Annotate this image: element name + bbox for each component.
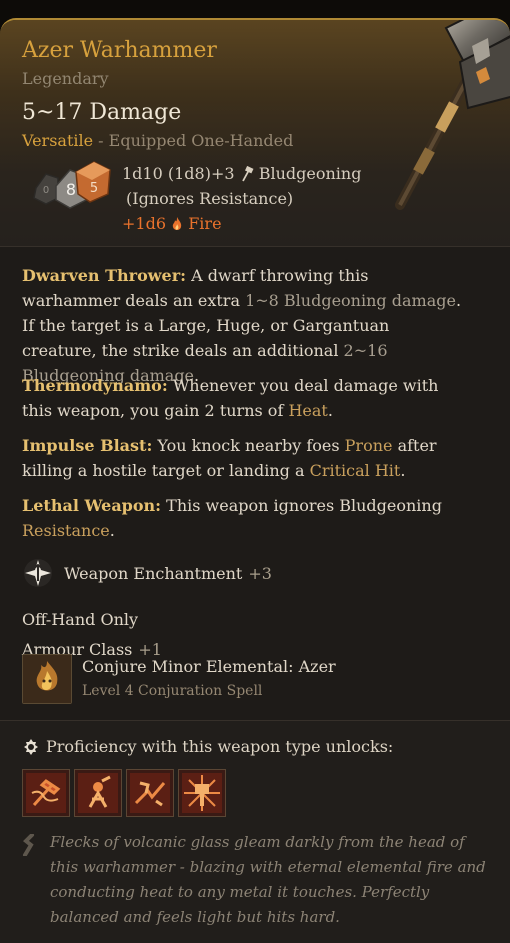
property-lethal-weapon: Lethal Weapon: This weapon ignores Bludg… bbox=[22, 493, 462, 543]
enchantment-value: +3 bbox=[248, 563, 272, 583]
bonus-fire-line: +1d6 Fire bbox=[122, 211, 361, 236]
item-tooltip: Azer Warhammer Legendary 5~17 Damage Ver… bbox=[0, 18, 510, 943]
item-rarity: Legendary bbox=[22, 69, 109, 88]
unlock-action-4[interactable] bbox=[178, 769, 226, 817]
item-name: Azer Warhammer bbox=[22, 38, 217, 63]
enchantment-icon bbox=[24, 559, 52, 587]
property-name[interactable]: Impulse Blast: bbox=[22, 436, 152, 455]
property-dwarven-thrower: Dwarven Thrower: A dwarf throwing this w… bbox=[22, 263, 462, 388]
d6-value: 5 bbox=[90, 181, 98, 196]
flavour-quote-icon bbox=[23, 834, 34, 856]
heat-keyword[interactable]: Heat bbox=[288, 401, 327, 420]
damage-type[interactable]: Bludgeoning bbox=[259, 164, 362, 183]
equipped-status: - Equipped One-Handed bbox=[93, 131, 294, 150]
prone-keyword[interactable]: Prone bbox=[345, 436, 393, 455]
unlock-action-3[interactable] bbox=[126, 769, 174, 817]
property-impulse-blast: Impulse Blast: You knock nearby foes Pro… bbox=[22, 433, 462, 483]
property-name[interactable]: Dwarven Thrower: bbox=[22, 266, 186, 285]
property-text: . bbox=[400, 461, 406, 480]
spell-icon-frame[interactable] bbox=[22, 654, 72, 704]
proficiency-label: Proficiency with this weapon type unlock… bbox=[46, 737, 394, 756]
warhammer-image bbox=[395, 20, 510, 210]
spell-name[interactable]: Conjure Minor Elemental: Azer bbox=[82, 657, 336, 676]
unlock-list bbox=[22, 769, 226, 817]
enchantment-label: Weapon Enchantment bbox=[64, 563, 243, 583]
bonus-type[interactable]: Fire bbox=[188, 214, 221, 233]
bonus-damage: +1d6 bbox=[122, 214, 167, 233]
unlock-action-1[interactable] bbox=[22, 769, 70, 817]
damage-dice-icon: 0 8 5 bbox=[33, 161, 111, 209]
property-thermodynamo: Thermodynamo: Whenever you deal damage w… bbox=[22, 373, 462, 423]
property-name[interactable]: Lethal Weapon: bbox=[22, 496, 161, 515]
property-text: . bbox=[109, 521, 115, 540]
tooltip-body: Dwarven Thrower: A dwarf throwing this w… bbox=[0, 246, 510, 720]
damage-details: 1d10 (1d8)+3 Bludgeoning (Ignores Resist… bbox=[122, 161, 361, 236]
weapon-action-icon-1 bbox=[26, 773, 66, 813]
damage-range: 5~17 Damage bbox=[22, 100, 182, 125]
weapon-enchantment-row: Weapon Enchantment +3 bbox=[22, 557, 272, 589]
d10-value: 0 bbox=[43, 185, 49, 196]
versatile-line: Versatile - Equipped One-Handed bbox=[22, 131, 293, 150]
property-text: . bbox=[327, 401, 333, 420]
spell-detail: Level 4 Conjuration Spell bbox=[82, 683, 263, 699]
resistance-keyword[interactable]: Resistance bbox=[22, 521, 110, 540]
critical-hit-keyword[interactable]: Critical Hit bbox=[310, 461, 401, 480]
fire-elemental-icon bbox=[23, 655, 71, 703]
proficiency-icon bbox=[24, 738, 38, 755]
weapon-action-icon-2 bbox=[78, 773, 118, 813]
proficiency-line: Proficiency with this weapon type unlock… bbox=[22, 737, 393, 756]
property-name[interactable]: Thermodynamo: bbox=[22, 376, 168, 395]
damage-roll: 1d10 (1d8)+3 bbox=[122, 164, 235, 183]
property-text: This weapon ignores Bludgeoning bbox=[161, 496, 442, 515]
property-text: You knock nearby foes bbox=[152, 436, 345, 455]
d8-value: 8 bbox=[66, 180, 76, 199]
tooltip-footer: Proficiency with this weapon type unlock… bbox=[0, 720, 510, 943]
off-hand-only: Off-Hand Only bbox=[22, 610, 139, 629]
bludgeoning-icon bbox=[241, 166, 254, 182]
tooltip-header: Azer Warhammer Legendary 5~17 Damage Ver… bbox=[0, 20, 510, 246]
flavour-text: Flecks of volcanic glass gleam darkly fr… bbox=[50, 833, 486, 926]
weapon-action-icon-4 bbox=[182, 773, 222, 813]
property-highlight: 1~8 Bludgeoning damage bbox=[245, 291, 456, 310]
unlock-action-2[interactable] bbox=[74, 769, 122, 817]
damage-roll-line: 1d10 (1d8)+3 Bludgeoning bbox=[122, 161, 361, 186]
ignores-resistance: (Ignores Resistance) bbox=[126, 189, 294, 208]
weapon-action-icon-3 bbox=[130, 773, 170, 813]
fire-icon bbox=[172, 217, 182, 230]
versatile-keyword[interactable]: Versatile bbox=[22, 131, 93, 150]
